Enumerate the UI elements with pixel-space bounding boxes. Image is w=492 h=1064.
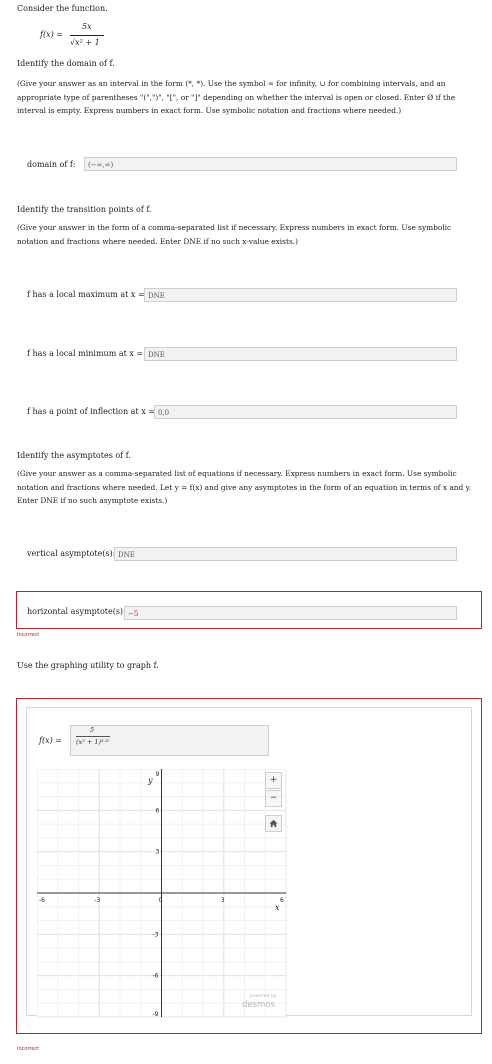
domain-label: domain of f:: [27, 160, 76, 169]
fraction-bar: [70, 35, 104, 36]
local-min-input[interactable]: DNE: [144, 347, 457, 361]
graph-prompt: Use the graphing utility to graph f.: [17, 661, 159, 670]
x-axis-label: x: [275, 903, 280, 912]
x-tick-label: 3: [221, 897, 225, 904]
y-tick-label: 6: [156, 807, 160, 814]
local-max-input[interactable]: DNE: [144, 288, 457, 302]
y-tick-label: -3: [153, 931, 159, 938]
inflection-input[interactable]: 0,0: [154, 405, 457, 419]
intro-text: Consider the function.: [17, 4, 108, 13]
y-tick-label: -6: [153, 973, 159, 980]
powered-by-text: powered by: [250, 994, 277, 999]
transition-instructions: (Give your answer in the form of a comma…: [17, 223, 452, 246]
y-tick-label: 3: [156, 849, 160, 856]
domain-instructions: (Give your answer as an interval in the …: [17, 79, 456, 115]
y-axis-label: y: [147, 776, 153, 785]
local-max-label: f has a local maximum at x =: [27, 290, 145, 299]
expression-numerator: 5: [90, 726, 95, 734]
x-tick-label: -3: [94, 897, 100, 904]
function-display: f(x) = 5x √x² + 1: [40, 22, 130, 54]
horizontal-asymptote-label: horizontal asymptote(s):: [27, 607, 126, 616]
graph-plot[interactable]: -6 -3 0 3 6 9 6 3 -3 -6 -9 y x: [37, 769, 287, 1018]
desmos-logo: desmos: [242, 1000, 275, 1010]
function-numerator: 5x: [82, 22, 92, 31]
domain-input[interactable]: (−∞,∞): [84, 157, 457, 171]
expression-lhs: f(x) =: [39, 736, 62, 745]
vertical-asymptote-label: vertical asymptote(s):: [27, 549, 116, 558]
vertical-asymptote-input[interactable]: DNE: [114, 547, 457, 561]
expression-input[interactable]: 5 (x² + 1)³ᐟ²: [70, 725, 269, 756]
asymptotes-prompt: Identify the asymptotes of f.: [17, 451, 131, 460]
x-tick-label: 0: [159, 897, 163, 904]
x-tick-label: 6: [280, 897, 284, 904]
horizontal-asymptote-input[interactable]: −5: [124, 606, 457, 620]
home-icon: [269, 819, 278, 828]
expression-denominator: (x² + 1)³ᐟ²: [76, 738, 110, 746]
home-button[interactable]: [265, 815, 282, 832]
asymptotes-instructions: (Give your answer as a comma-separated l…: [17, 469, 472, 505]
function-denominator: √x² + 1: [70, 38, 100, 47]
local-min-label: f has a local minimum at x =: [27, 349, 144, 358]
graph-incorrect-label: Incorrect: [17, 1046, 40, 1052]
expression-fraction-bar: [76, 736, 110, 737]
function-lhs: f(x) =: [40, 30, 63, 39]
transition-prompt: Identify the transition points of f.: [17, 205, 152, 214]
x-tick-label: -6: [39, 897, 45, 904]
horizontal-incorrect-label: Incorrect: [17, 632, 40, 638]
inflection-label: f has a point of inflection at x =: [27, 407, 155, 416]
zoom-in-button[interactable]: +: [265, 772, 282, 789]
y-tick-label: 9: [156, 771, 160, 778]
domain-prompt: Identify the domain of f.: [17, 59, 115, 68]
zoom-out-button[interactable]: −: [265, 790, 282, 807]
y-tick-label: -9: [153, 1011, 159, 1018]
